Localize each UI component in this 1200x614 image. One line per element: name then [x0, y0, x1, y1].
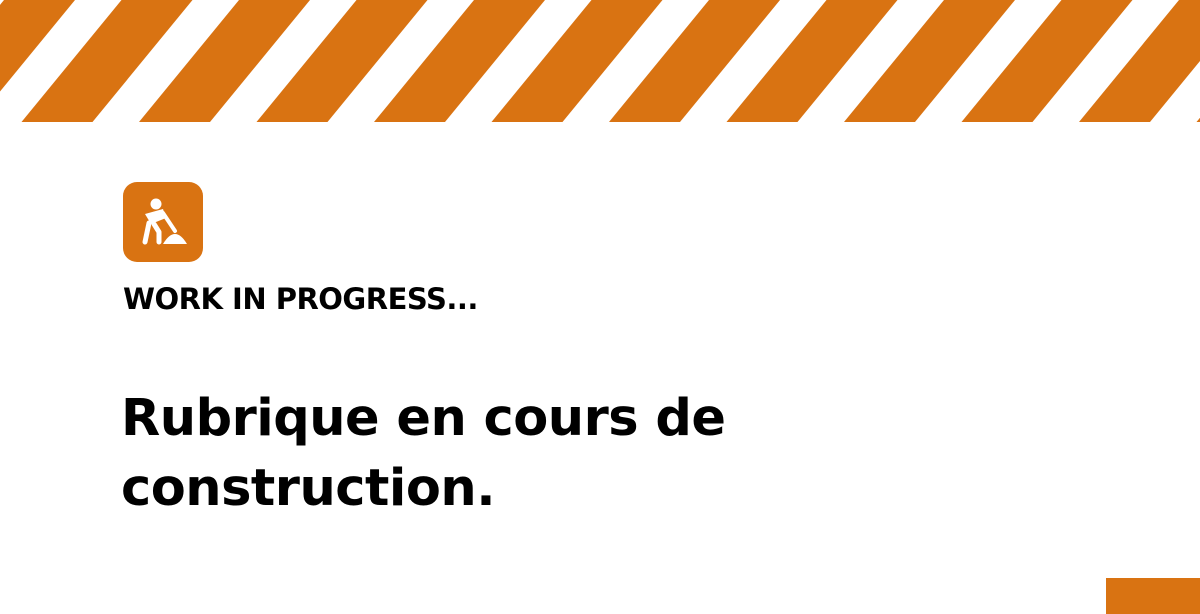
work-in-progress-label: WORK IN PROGRESS... — [123, 282, 478, 316]
construction-worker-badge — [123, 182, 203, 262]
hazard-stripes — [0, 0, 1200, 122]
construction-worker-icon — [142, 198, 187, 245]
corner-accent-block — [1106, 578, 1200, 614]
hazard-stripe-banner — [0, 0, 1200, 122]
page-headline: Rubrique en cours de construction. — [121, 389, 726, 518]
